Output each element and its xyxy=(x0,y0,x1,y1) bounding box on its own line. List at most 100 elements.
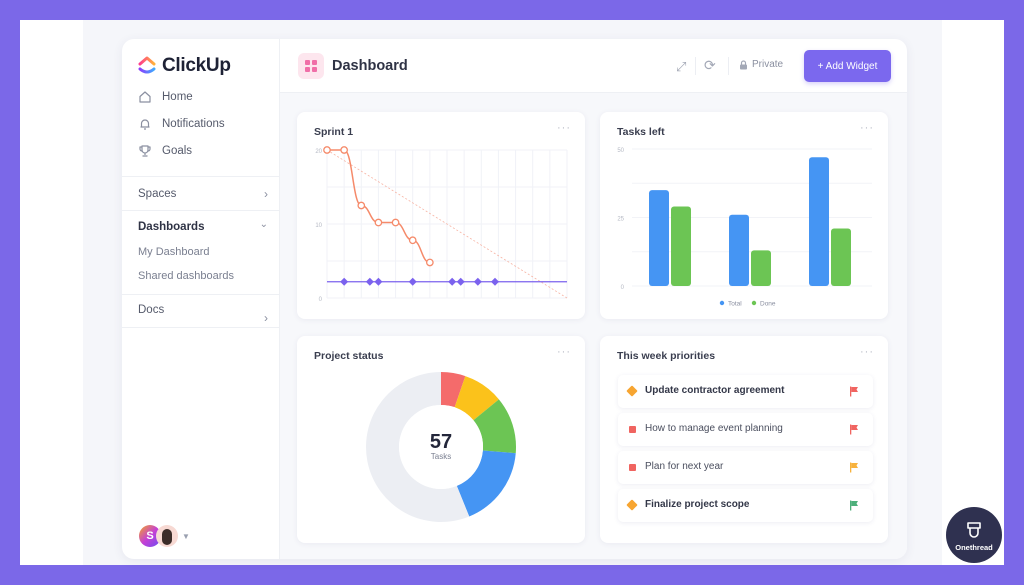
total-tasks-value: 57 xyxy=(429,431,453,453)
sidebar-item-label: Goals xyxy=(162,145,193,157)
diamond-status-icon xyxy=(626,385,638,397)
priorities-widget: This week priorities ··· Update contract… xyxy=(600,336,888,543)
sidebar-item-notifications[interactable]: Notifications xyxy=(138,117,225,131)
logo[interactable]: ClickUp xyxy=(138,55,231,77)
burndown-point xyxy=(357,201,366,210)
header: Dashboard ⤢ ⟳ Private + Add Widget xyxy=(280,39,907,93)
trophy-icon xyxy=(139,145,151,157)
legend-swatch xyxy=(751,300,757,306)
tasks-left-widget: Tasks left ··· 0 25 50 Total Done xyxy=(600,112,888,319)
expand-icon[interactable]: ⤢ xyxy=(676,59,686,75)
y-tick-label: 20 xyxy=(315,149,322,155)
diamond-status-icon xyxy=(626,499,638,511)
chevron-right-icon: › xyxy=(264,187,268,201)
scope-marker xyxy=(374,277,383,286)
privacy-toggle[interactable]: Private xyxy=(739,59,783,70)
priority-text: Plan for next year xyxy=(645,461,724,472)
burndown-point xyxy=(340,146,348,154)
private-label: Private xyxy=(752,59,784,70)
canvas-background: ClickUp Home Notifications Goals Spaces … xyxy=(83,20,942,565)
square-status-icon xyxy=(629,464,636,471)
scope-marker xyxy=(340,277,349,286)
scope-marker xyxy=(408,277,417,286)
bar-total xyxy=(729,214,749,286)
divider xyxy=(728,57,729,75)
scope-marker xyxy=(473,277,482,286)
clickup-app-window: ClickUp Home Notifications Goals Spaces … xyxy=(122,39,907,559)
page-title: Dashboard xyxy=(332,58,408,74)
burndown-point xyxy=(323,146,331,154)
widget-title: This week priorities xyxy=(617,350,716,362)
dashboard-icon xyxy=(298,53,324,79)
lock-icon xyxy=(740,59,747,69)
bar-done xyxy=(831,228,851,286)
onethread-label: Onethread xyxy=(955,542,993,552)
onethread-watermark: Onethread xyxy=(946,507,1002,563)
page-frame: ClickUp Home Notifications Goals Spaces … xyxy=(20,20,1004,565)
y-tick-label: 0 xyxy=(621,285,625,291)
donut-center: 57 Tasks xyxy=(411,432,471,461)
sidebar-item-my-dashboard[interactable]: My Dashboard xyxy=(138,246,210,258)
add-widget-button[interactable]: + Add Widget xyxy=(804,50,891,82)
caret-down-icon: ▼ xyxy=(182,531,190,541)
sidebar-item-goals[interactable]: Goals xyxy=(138,144,192,158)
sidebar-section-dashboards: Dashboards ⌄ My Dashboard Shared dashboa… xyxy=(122,210,280,294)
priority-text: Finalize project scope xyxy=(645,499,750,510)
burndown-point xyxy=(408,236,417,245)
priority-text: How to manage event planning xyxy=(645,423,783,434)
legend-swatch xyxy=(719,300,725,306)
priority-flag-icon[interactable] xyxy=(849,500,859,511)
home-icon xyxy=(139,91,151,103)
docs-label: Docs xyxy=(138,304,165,316)
sprint-burndown-chart: 0 10 20 xyxy=(315,146,568,303)
avatar-user xyxy=(156,525,178,547)
priority-item[interactable]: Update contractor agreement xyxy=(618,375,873,408)
bar-done xyxy=(751,250,771,286)
divider xyxy=(695,57,696,75)
spaces-label: Spaces xyxy=(138,188,177,200)
scope-marker xyxy=(491,277,499,286)
tasks-left-bar-chart: 0 25 50 Total Done xyxy=(617,148,872,308)
scope-marker xyxy=(365,277,374,286)
sidebar: ClickUp Home Notifications Goals Spaces … xyxy=(122,39,280,559)
dashboard-main: Sprint 1 ··· 0 10 20 Tasks left ··· 0 25 50 T… xyxy=(280,93,907,559)
sprint-widget: Sprint 1 ··· 0 10 20 xyxy=(297,112,585,319)
bell-icon xyxy=(140,119,150,130)
bar-total xyxy=(809,157,829,286)
scope-marker xyxy=(456,277,465,286)
burndown-point xyxy=(374,218,383,227)
total-tasks-label: Tasks xyxy=(430,452,452,461)
y-tick-label: 10 xyxy=(315,223,322,229)
priority-text: Update contractor agreement xyxy=(645,385,785,396)
sidebar-section-docs[interactable]: Docs › xyxy=(122,294,280,328)
bar-total xyxy=(649,190,669,286)
y-tick-label: 0 xyxy=(319,297,323,303)
priority-flag-icon[interactable] xyxy=(849,386,859,397)
project-status-widget: Project status ··· 57 Tasks xyxy=(297,336,585,543)
user-avatars[interactable]: S ▼ xyxy=(139,525,190,547)
more-options-icon[interactable]: ··· xyxy=(860,346,874,358)
priority-item[interactable]: How to manage event planning xyxy=(618,413,873,446)
priority-flag-icon[interactable] xyxy=(849,424,859,435)
priority-item[interactable]: Finalize project scope xyxy=(618,489,873,522)
onethread-logo-icon xyxy=(967,521,981,538)
y-tick-label: 50 xyxy=(617,148,624,154)
chevron-down-icon[interactable]: ⌄ xyxy=(260,219,268,230)
sidebar-item-label: Notifications xyxy=(162,118,225,130)
legend-label: Total xyxy=(728,301,742,308)
priority-flag-icon[interactable] xyxy=(849,462,859,473)
dashboards-label[interactable]: Dashboards xyxy=(138,221,204,233)
brand-name: ClickUp xyxy=(162,55,231,76)
sidebar-item-shared-dashboards[interactable]: Shared dashboards xyxy=(138,270,234,282)
bar-done xyxy=(671,206,691,286)
priority-item[interactable]: Plan for next year xyxy=(618,451,873,484)
scope-marker xyxy=(448,277,457,286)
refresh-icon[interactable]: ⟳ xyxy=(704,57,716,74)
chevron-right-icon: › xyxy=(264,311,268,325)
burndown-point xyxy=(426,258,434,267)
clickup-logo-icon xyxy=(138,56,156,74)
sidebar-section-spaces[interactable]: Spaces › xyxy=(122,176,280,211)
y-tick-label: 25 xyxy=(617,217,624,223)
sidebar-item-home[interactable]: Home xyxy=(138,90,193,104)
burndown-point xyxy=(391,218,400,227)
